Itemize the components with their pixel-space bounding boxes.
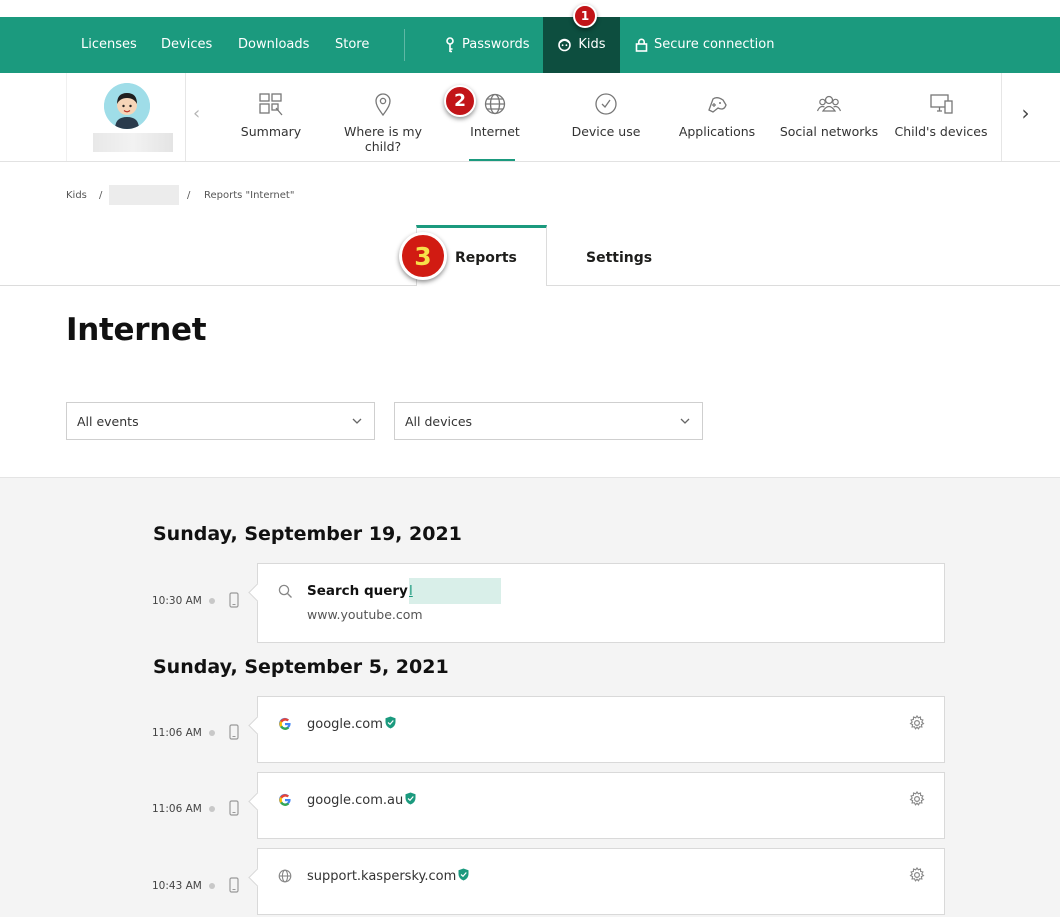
- breadcrumb-current: Reports "Internet": [204, 190, 295, 201]
- page: Licenses Devices Downloads Store Passwor…: [0, 0, 1060, 917]
- scroll-left-icon[interactable]: ‹: [193, 103, 200, 124]
- phone-icon: [229, 592, 239, 608]
- child-name-redacted: [93, 133, 173, 152]
- subnav-where-label: Where is my child?: [343, 124, 423, 154]
- timeline-dot: [209, 598, 215, 604]
- timeline-dot: [209, 806, 215, 812]
- nav-passwords-label: Passwords: [462, 37, 530, 52]
- subnav-summary[interactable]: Summary: [216, 91, 326, 139]
- entry-time: 11:06 AM: [152, 803, 202, 815]
- devices-select-value: All devices: [405, 414, 473, 429]
- site-card[interactable]: support.kaspersky.com: [257, 848, 945, 915]
- chevron-down-icon: [680, 418, 690, 424]
- subnav-childs-devices[interactable]: Child's devices: [886, 91, 996, 139]
- gear-icon[interactable]: [909, 791, 925, 807]
- subnav-internet-label: Internet: [470, 124, 520, 139]
- subnav-applications[interactable]: Applications: [662, 91, 772, 139]
- nav-downloads[interactable]: Downloads: [238, 17, 309, 73]
- globe-icon: [484, 93, 506, 115]
- tab-reports-label[interactable]: Reports: [455, 250, 517, 266]
- subnav-device-use-label: Device use: [571, 124, 641, 139]
- child-profile[interactable]: [66, 73, 186, 161]
- nav-passwords[interactable]: Passwords: [444, 17, 530, 73]
- subnav-childs-devices-label: Child's devices: [894, 124, 988, 139]
- annotation-badge-2: 2: [444, 85, 476, 117]
- page-title: Internet: [66, 312, 207, 348]
- day-heading: Sunday, September 19, 2021: [153, 523, 462, 545]
- chevron-down-icon: [352, 418, 362, 424]
- devices-icon: [930, 94, 953, 114]
- events-select-value: All events: [77, 414, 139, 429]
- search-query-label: Search query:: [307, 583, 414, 599]
- search-query-redacted: [409, 578, 501, 604]
- devices-select[interactable]: All devices: [394, 402, 703, 440]
- annotation-badge-3: 3: [399, 232, 447, 280]
- shield-check-icon: [385, 716, 396, 729]
- tab-settings[interactable]: Settings: [586, 250, 652, 266]
- search-query-card[interactable]: Search query: l www.youtube.com: [257, 563, 945, 643]
- gamepad-icon: [708, 97, 727, 113]
- breadcrumb-separator: /: [187, 190, 191, 201]
- subnav-device-use[interactable]: Device use: [551, 91, 661, 139]
- scroll-right-icon[interactable]: ›: [1001, 73, 1049, 161]
- nav-store[interactable]: Store: [335, 17, 369, 73]
- timeline-dot: [209, 730, 215, 736]
- nav-devices[interactable]: Devices: [161, 17, 212, 73]
- events-select[interactable]: All events: [66, 402, 375, 440]
- site-name[interactable]: support.kaspersky.com: [307, 868, 469, 884]
- breadcrumb-kids[interactable]: Kids: [66, 190, 87, 201]
- site-domain: support.kaspersky.com: [307, 869, 457, 884]
- sub-nav: ‹ Summary Where is my child? Internet De…: [0, 73, 1060, 162]
- phone-icon: [229, 800, 239, 816]
- key-icon: [446, 36, 454, 52]
- google-icon: [279, 793, 291, 806]
- lock-icon: [635, 38, 648, 52]
- people-icon: [816, 95, 842, 112]
- subnav-social-label: Social networks: [779, 124, 879, 139]
- globe-icon: [278, 869, 292, 883]
- nav-licenses[interactable]: Licenses: [81, 17, 137, 73]
- site-name[interactable]: google.com.au: [307, 792, 416, 808]
- avatar: [104, 83, 150, 129]
- google-icon: [279, 717, 291, 730]
- subnav-social-networks[interactable]: Social networks: [774, 91, 884, 139]
- phone-icon: [229, 877, 239, 893]
- timeline-dot: [209, 883, 215, 889]
- site-card[interactable]: google.com: [257, 696, 945, 763]
- search-query-url: www.youtube.com: [307, 607, 423, 622]
- entry-time: 10:43 AM: [152, 880, 202, 892]
- subnav-applications-label: Applications: [678, 124, 756, 139]
- location-pin-icon: [375, 93, 391, 117]
- subnav-where-is-my-child[interactable]: Where is my child?: [328, 91, 438, 154]
- site-domain: google.com: [307, 717, 383, 732]
- nav-secure-connection[interactable]: Secure connection: [635, 17, 774, 73]
- shield-check-icon: [458, 868, 469, 881]
- site-card[interactable]: google.com.au: [257, 772, 945, 839]
- nav-kids-label: Kids: [578, 37, 606, 52]
- site-domain: google.com.au: [307, 793, 404, 808]
- nav-secure-label: Secure connection: [654, 37, 775, 52]
- search-icon: [278, 584, 292, 598]
- nav-divider: [404, 29, 405, 61]
- breadcrumb-separator: /: [99, 190, 103, 201]
- kids-icon: [558, 38, 572, 52]
- search-query-link[interactable]: l: [409, 583, 413, 599]
- annotation-badge-1: 1: [573, 4, 597, 28]
- entry-time: 11:06 AM: [152, 727, 202, 739]
- clock-icon: [595, 93, 617, 115]
- gear-icon[interactable]: [909, 715, 925, 731]
- day-heading: Sunday, September 5, 2021: [153, 656, 449, 678]
- shield-check-icon: [405, 792, 416, 805]
- breadcrumb-child-redacted[interactable]: [109, 185, 179, 205]
- site-name[interactable]: google.com: [307, 716, 396, 732]
- gear-icon[interactable]: [909, 867, 925, 883]
- top-nav: Licenses Devices Downloads Store Passwor…: [0, 17, 1060, 73]
- report-list: Sunday, September 19, 2021 10:30 AM Sear…: [0, 477, 1060, 917]
- summary-icon: [259, 93, 283, 116]
- phone-icon: [229, 724, 239, 740]
- entry-time: 10:30 AM: [152, 595, 202, 607]
- subnav-summary-label: Summary: [240, 124, 302, 139]
